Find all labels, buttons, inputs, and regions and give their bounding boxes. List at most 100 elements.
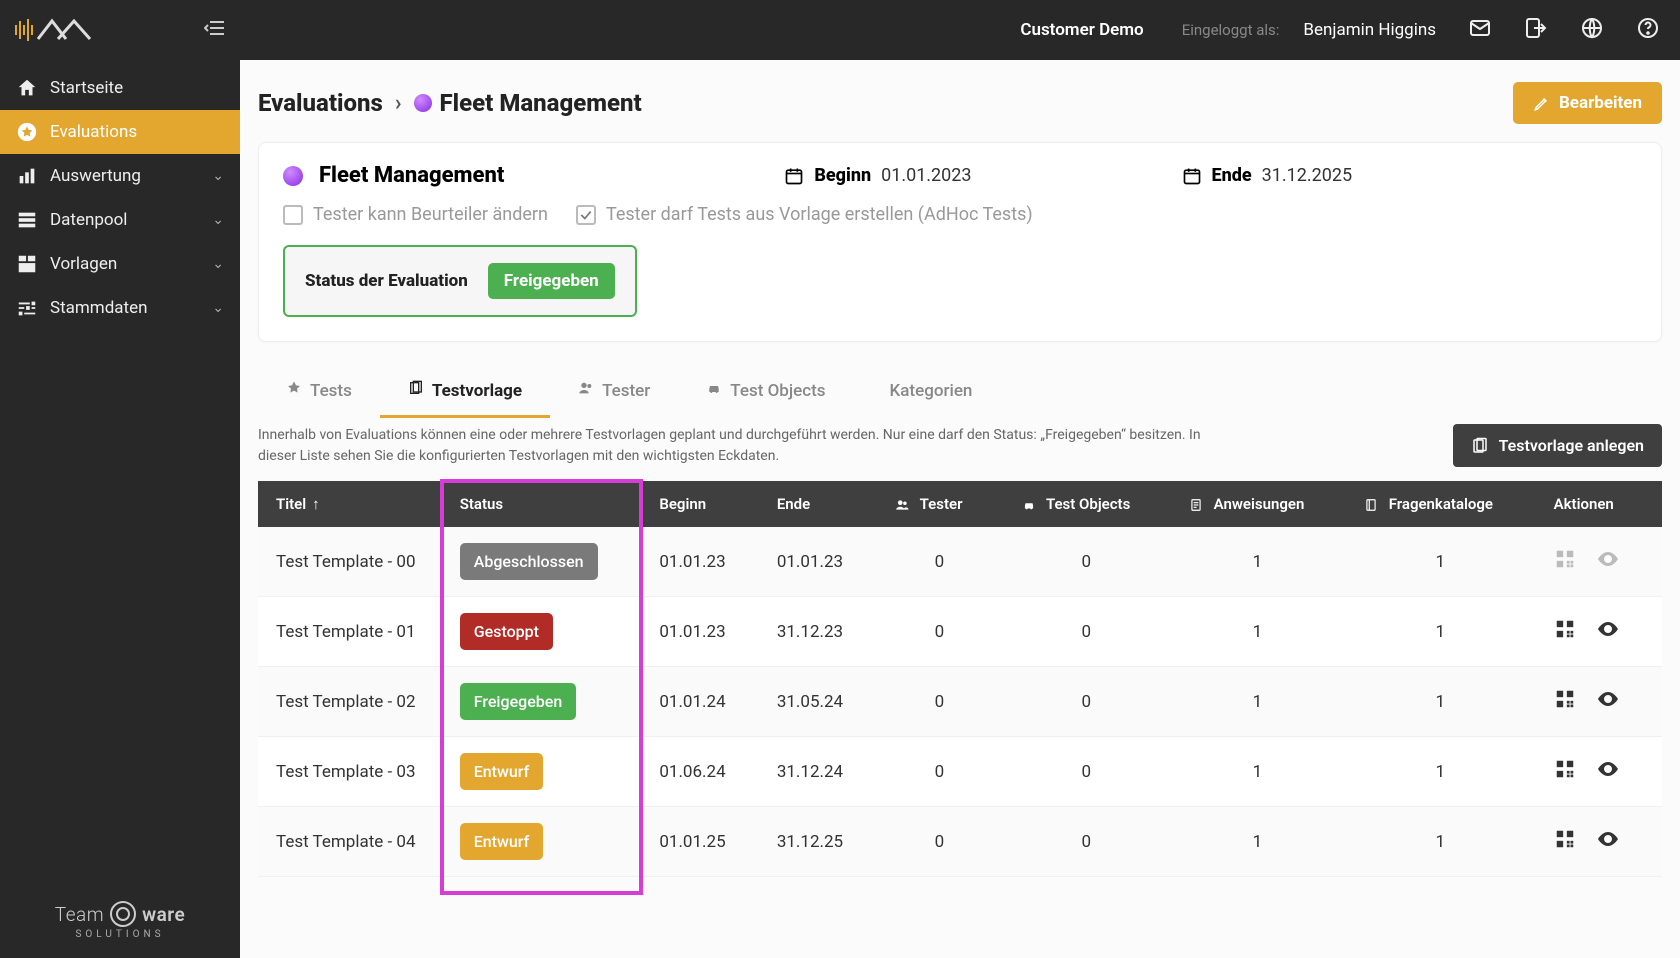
col-title[interactable]: Titel↑ [258,481,442,527]
globe-icon[interactable] [1580,16,1604,44]
current-user: Benjamin Higgins [1303,20,1436,40]
chevron-down-icon: ⌄ [212,256,224,272]
sidebar: Startseite Evaluations Auswertung⌄Datenpoo… [0,0,240,958]
checkbox-checked-icon [576,205,596,225]
qr-icon[interactable] [1554,548,1576,575]
table-row[interactable]: Test Template - 03Entwurf01.06.2431.12.2… [258,737,1662,807]
sidebar-item-label: Vorlagen [50,254,117,274]
sidebar-nav: Startseite Evaluations Auswertung⌄Datenpoo… [0,60,240,330]
checkbox-tester-adhoc[interactable]: Tester darf Tests aus Vorlage erstellen … [576,204,1033,225]
col-objects[interactable]: Test Objects [1003,481,1170,527]
checkbox-tester-can-change[interactable]: Tester kann Beurteiler ändern [283,204,548,225]
logout-icon[interactable] [1524,16,1548,44]
tab-kategorien[interactable]: Kategorien [854,366,1001,418]
sidebar-item-auswertung[interactable]: Auswertung⌄ [0,154,240,198]
cell-status: Gestoppt [442,597,642,667]
table-row[interactable]: Test Template - 01Gestoppt01.01.2331.12.… [258,597,1662,667]
sidebar-item-evaluations[interactable]: Evaluations [0,110,240,154]
tab-label: Test Objects [730,381,825,401]
cell-title: Test Template - 03 [258,737,442,807]
cell-status: Entwurf [442,737,642,807]
col-instructions-label: Anweisungen [1214,495,1305,513]
chevron-down-icon: ⌄ [212,212,224,228]
eye-icon[interactable] [1596,757,1620,786]
tab-icon [286,380,302,401]
table-row[interactable]: Test Template - 00 Abgeschlossen 01.01.23 0… [258,527,1662,597]
table-row[interactable]: Test Template - 04Entwurf01.01.2531.12.2… [258,807,1662,877]
status-dot-icon [283,166,303,186]
col-end[interactable]: Ende [759,481,876,527]
help-icon[interactable] [1636,16,1660,44]
tab-testvorlage[interactable]: Testvorlage [380,366,550,418]
status-pill: Freigegeben [460,683,577,720]
col-actions: Aktionen [1536,481,1662,527]
status-pill: Abgeschlossen [460,543,598,580]
breadcrumb-root[interactable]: Evaluations [258,89,383,117]
col-objects-label: Test Objects [1046,495,1130,513]
qr-icon[interactable] [1554,758,1576,785]
qr-icon[interactable] [1554,688,1576,715]
col-instructions[interactable]: Anweisungen [1170,481,1345,527]
end-value: 31.12.2025 [1262,165,1352,186]
cell-instructions: 1 [1170,807,1345,877]
cell-catalogs: 1 [1345,527,1536,597]
qr-icon[interactable] [1554,828,1576,855]
col-title-label: Titel [276,495,306,513]
col-tester-label: Tester [920,495,963,513]
eye-icon[interactable] [1596,827,1620,856]
brand-logo [14,15,104,45]
cell-end: 31.12.24 [759,737,876,807]
status-badge: Freigegeben [488,263,615,299]
tab-test-objects[interactable]: Test Objects [678,366,853,418]
cell-tester: 0 [876,667,1002,737]
sidebar-item-label: Stammdaten [50,298,148,318]
cell-objects: 0 [1003,807,1170,877]
eye-icon[interactable] [1596,617,1620,646]
edit-button[interactable]: Bearbeiten [1513,82,1662,124]
eye-icon[interactable] [1596,687,1620,716]
sidebar-collapse-button[interactable] [204,19,226,41]
cell-end: 31.12.23 [759,597,876,667]
create-button-label: Testvorlage anlegen [1499,436,1644,455]
sidebar-item-vorlagen[interactable]: Vorlagen ⌄ [0,242,240,286]
col-begin[interactable]: Beginn [641,481,758,527]
breadcrumb: Evaluations › Fleet Management Bearbeite… [258,82,1662,124]
sidebar-footer: Team ware SOLUTIONS [0,883,240,958]
checkbox-label: Tester kann Beurteiler ändern [313,204,548,225]
cell-status: Entwurf [442,807,642,877]
breadcrumb-leaf: Fleet Management [440,89,642,117]
tab-tests[interactable]: Tests [258,366,380,418]
qr-icon[interactable] [1554,618,1576,645]
cell-objects: 0 [1003,597,1170,667]
cell-begin: 01.01.23 [641,597,758,667]
tab-tester[interactable]: Tester [550,366,678,418]
sidebar-item-datenpool[interactable]: Datenpool⌄ [0,198,240,242]
sidebar-item-stammdaten[interactable]: Stammdaten⌄ [0,286,240,330]
cell-begin: 01.01.23 [641,527,758,597]
eye-icon[interactable] [1596,547,1620,576]
create-template-button[interactable]: Testvorlage anlegen [1453,424,1662,467]
cell-begin: 01.06.24 [641,737,758,807]
tab-label: Testvorlage [432,381,522,401]
cell-objects: 0 [1003,527,1170,597]
sidebar-item-label: Evaluations [50,122,137,142]
col-tester[interactable]: Tester [876,481,1002,527]
cell-objects: 0 [1003,667,1170,737]
chevron-right-icon: › [395,91,402,116]
cell-instructions: 1 [1170,737,1345,807]
cell-instructions: 1 [1170,597,1345,667]
evaluation-title: Fleet Management [319,163,504,188]
cell-actions [1536,597,1662,667]
cell-status: Abgeschlossen [442,527,642,597]
cell-actions [1536,737,1662,807]
topbar: Customer Demo Eingeloggt als: Benjamin H… [240,0,1680,60]
cell-title: Test Template - 00 [258,527,442,597]
cell-end: 31.12.25 [759,807,876,877]
col-catalogs[interactable]: Fragenkataloge [1345,481,1536,527]
sidebar-item-startseite[interactable]: Startseite [0,66,240,110]
evaluation-card: Fleet Management Beginn 01.01.2023 Ende … [258,142,1662,342]
col-status[interactable]: Status [442,481,642,527]
cell-instructions: 1 [1170,527,1345,597]
table-row[interactable]: Test Template - 02Freigegeben01.01.2431.… [258,667,1662,737]
mail-icon[interactable] [1468,16,1492,44]
